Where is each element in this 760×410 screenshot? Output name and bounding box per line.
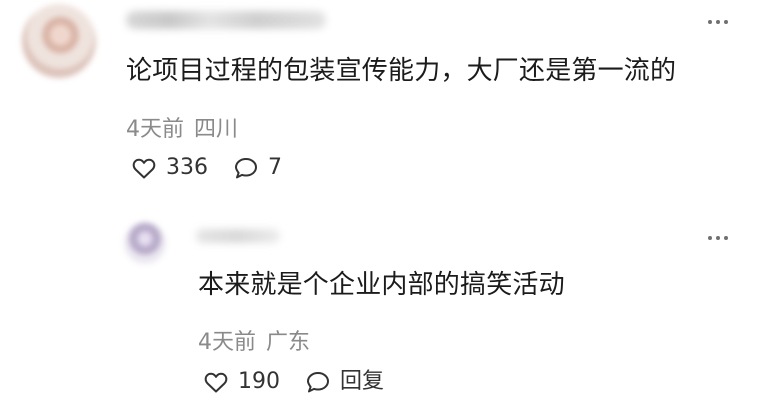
more-icon bbox=[708, 236, 712, 240]
more-icon bbox=[724, 236, 728, 240]
reply-button[interactable]: 回复 bbox=[304, 368, 384, 396]
more-icon bbox=[724, 20, 728, 24]
comment-text: 论项目过程的包装宣传能力，大厂还是第一流的 bbox=[126, 56, 677, 86]
like-count: 190 bbox=[238, 369, 280, 394]
comment-location: 四川 bbox=[194, 117, 239, 142]
like-button[interactable]: 336 bbox=[130, 154, 208, 182]
like-button[interactable]: 190 bbox=[202, 368, 280, 396]
comment-actions: 336 7 bbox=[130, 154, 282, 182]
comment-time: 4天前 bbox=[126, 117, 184, 142]
comment-text: 本来就是个企业内部的搞笑活动 bbox=[198, 270, 565, 300]
comment-bubble-icon bbox=[304, 368, 332, 396]
more-icon bbox=[708, 20, 712, 24]
more-button[interactable] bbox=[708, 236, 728, 240]
reply-count-button[interactable]: 7 bbox=[232, 154, 282, 182]
avatar[interactable] bbox=[22, 4, 96, 78]
comment-actions: 190 回复 bbox=[202, 368, 384, 396]
username-blurred[interactable] bbox=[196, 229, 280, 243]
more-icon bbox=[716, 236, 720, 240]
username-blurred[interactable] bbox=[126, 11, 326, 29]
like-count: 336 bbox=[166, 155, 208, 180]
comment-time: 4天前 bbox=[198, 330, 256, 355]
comment-meta: 4天前 广东 bbox=[198, 324, 310, 356]
more-icon bbox=[716, 20, 720, 24]
comment-location: 广东 bbox=[266, 330, 311, 355]
reply-count: 7 bbox=[268, 155, 282, 180]
comment-bubble-icon bbox=[232, 154, 260, 182]
avatar[interactable] bbox=[124, 222, 166, 264]
reply-label: 回复 bbox=[340, 369, 385, 394]
heart-icon bbox=[130, 154, 158, 182]
heart-icon bbox=[202, 368, 230, 396]
more-button[interactable] bbox=[708, 20, 728, 24]
comment-meta: 4天前 四川 bbox=[126, 111, 238, 143]
